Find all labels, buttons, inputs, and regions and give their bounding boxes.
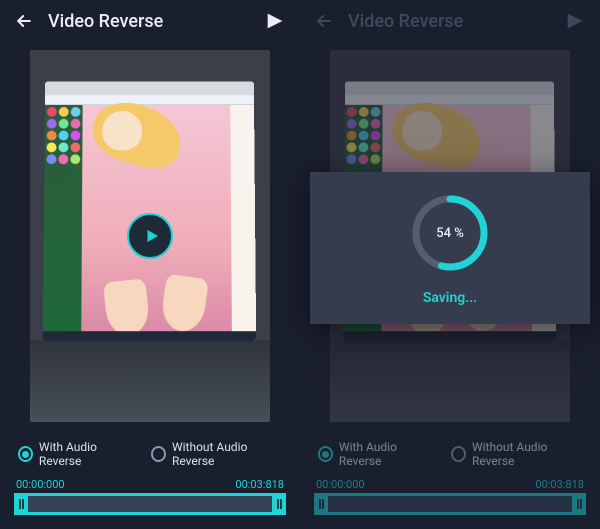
app-header: Video Reverse: [300, 0, 600, 42]
radio-without-audio: Without Audio Reverse: [451, 440, 582, 468]
radio-icon: [451, 446, 466, 462]
radio-with-audio[interactable]: With Audio Reverse: [18, 440, 133, 468]
radio-without-audio[interactable]: Without Audio Reverse: [151, 440, 282, 468]
time-start: 00:00:000: [16, 478, 65, 491]
radio-label: With Audio Reverse: [39, 440, 133, 468]
radio-label: With Audio Reverse: [339, 440, 433, 468]
play-button[interactable]: [127, 213, 173, 259]
time-end: 00:03:818: [235, 478, 284, 491]
video-frame[interactable]: [30, 50, 270, 422]
confirm-icon[interactable]: [264, 10, 286, 32]
trim-handle-left: [314, 493, 328, 515]
time-labels: 00:00:000 00:03:818: [0, 474, 300, 493]
trim-track: [328, 493, 572, 515]
confirm-icon: [564, 10, 586, 32]
trim-handle-right: [572, 493, 586, 515]
progress-percent: 54 %: [409, 192, 491, 274]
radio-label: Without Audio Reverse: [472, 440, 582, 468]
time-end: 00:03:818: [535, 478, 584, 491]
trim-track[interactable]: [28, 493, 272, 515]
trim-bar: [314, 493, 586, 515]
video-preview-area: [0, 42, 300, 430]
radio-icon: [318, 446, 333, 462]
radio-icon: [151, 446, 166, 462]
time-labels: 00:00:000 00:03:818: [300, 474, 600, 493]
audio-options: With Audio Reverse Without Audio Reverse: [300, 430, 600, 474]
page-title: Video Reverse: [48, 11, 250, 32]
screen-editor: Video Reverse: [0, 0, 300, 529]
trim-handle-right[interactable]: [272, 493, 286, 515]
saving-status: Saving...: [423, 290, 477, 306]
saving-dialog: 54 % Saving...: [310, 172, 590, 324]
audio-options: With Audio Reverse Without Audio Reverse: [0, 430, 300, 474]
radio-with-audio: With Audio Reverse: [318, 440, 433, 468]
back-icon[interactable]: [14, 11, 34, 31]
radio-icon: [18, 446, 33, 462]
screen-saving: Video Reverse: [300, 0, 600, 529]
page-title: Video Reverse: [348, 11, 550, 32]
app-header: Video Reverse: [0, 0, 300, 42]
time-start: 00:00:000: [316, 478, 365, 491]
radio-label: Without Audio Reverse: [172, 440, 282, 468]
back-icon: [314, 11, 334, 31]
trim-bar[interactable]: [14, 493, 286, 515]
progress-ring: 54 %: [409, 192, 491, 274]
trim-handle-left[interactable]: [14, 493, 28, 515]
